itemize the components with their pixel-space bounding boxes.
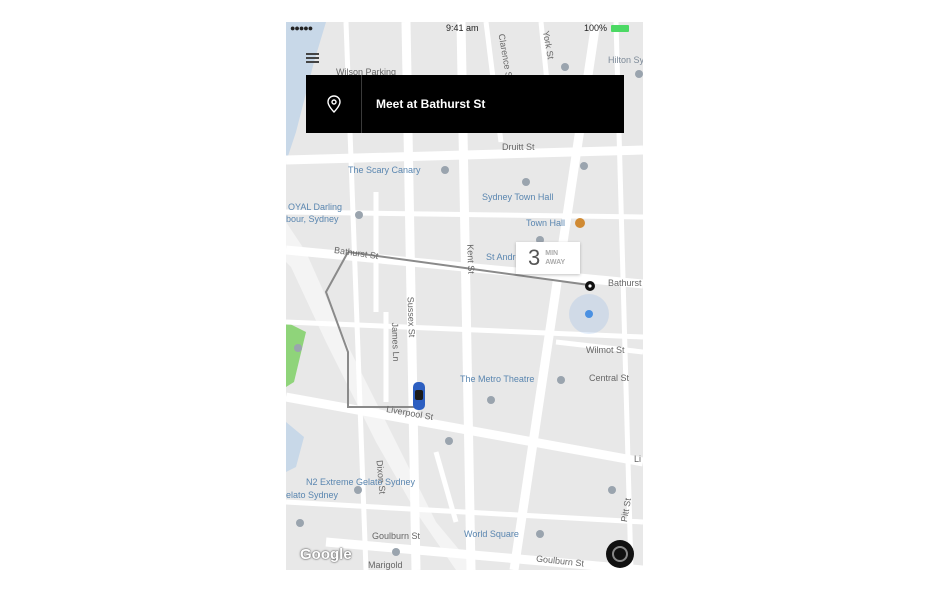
phone-screen: Hilton Sy Wilson Parking Druitt St The S… bbox=[286, 22, 643, 570]
signal-icon: ●●●●● bbox=[290, 23, 313, 33]
status-time: 9:41 am bbox=[446, 23, 479, 33]
menu-icon[interactable] bbox=[306, 53, 319, 64]
map-label-scary-canary: The Scary Canary bbox=[348, 165, 421, 175]
car-icon bbox=[413, 382, 425, 410]
pickup-location-banner[interactable]: Meet at Bathurst St bbox=[306, 75, 624, 133]
map-label-marigold: Marigold bbox=[368, 560, 403, 570]
map-label-world-square: World Square bbox=[464, 529, 519, 539]
map-label-metro-theatre: The Metro Theatre bbox=[460, 374, 535, 384]
location-pin-icon bbox=[306, 75, 362, 133]
map-label-darling-1: OYAL Darling bbox=[288, 202, 343, 212]
street-label-li: Li bbox=[634, 454, 642, 464]
street-label-sussex: Sussex St bbox=[405, 296, 417, 338]
street-label-bathurst: Bathurst bbox=[608, 278, 642, 288]
pickup-location-label: Meet at Bathurst St bbox=[376, 97, 486, 111]
battery-percentage: 100% bbox=[584, 23, 608, 33]
street-label-druitt: Druitt St bbox=[502, 142, 535, 152]
crosshair-icon bbox=[612, 546, 628, 562]
street-label-kent: Kent St bbox=[465, 244, 477, 274]
map-label-town-hall: Town Hall bbox=[526, 218, 566, 228]
street-label-central: Central St bbox=[589, 373, 630, 383]
eta-unit-bottom: AWAY bbox=[545, 259, 566, 266]
battery-icon bbox=[611, 25, 629, 32]
google-logo[interactable]: Google bbox=[300, 546, 352, 563]
map-label-darling-2: bour, Sydney bbox=[286, 214, 339, 224]
map-label-town-hall-sydney: Sydney Town Hall bbox=[482, 192, 554, 202]
locate-me-button[interactable] bbox=[606, 540, 634, 568]
status-bar: ●●●●● 9:41 am 100% bbox=[286, 22, 643, 36]
street-label-james-ln: James Ln bbox=[389, 322, 402, 362]
map-label-hilton: Hilton Sy bbox=[608, 55, 643, 65]
street-label-goulburn-1: Goulburn St bbox=[372, 531, 421, 541]
eta-unit: MIN AWAY bbox=[545, 249, 565, 267]
street-label-wilmot: Wilmot St bbox=[586, 345, 625, 355]
map-label-n2-gelato: N2 Extreme Gelato Sydney bbox=[306, 477, 416, 487]
eta-minutes: 3 bbox=[528, 245, 541, 270]
user-location-icon bbox=[585, 310, 593, 318]
map-label-gelato-partial: elato Sydney bbox=[286, 490, 339, 500]
eta-unit-top: MIN bbox=[545, 250, 559, 257]
eta-badge: 3 MIN AWAY bbox=[516, 242, 580, 274]
